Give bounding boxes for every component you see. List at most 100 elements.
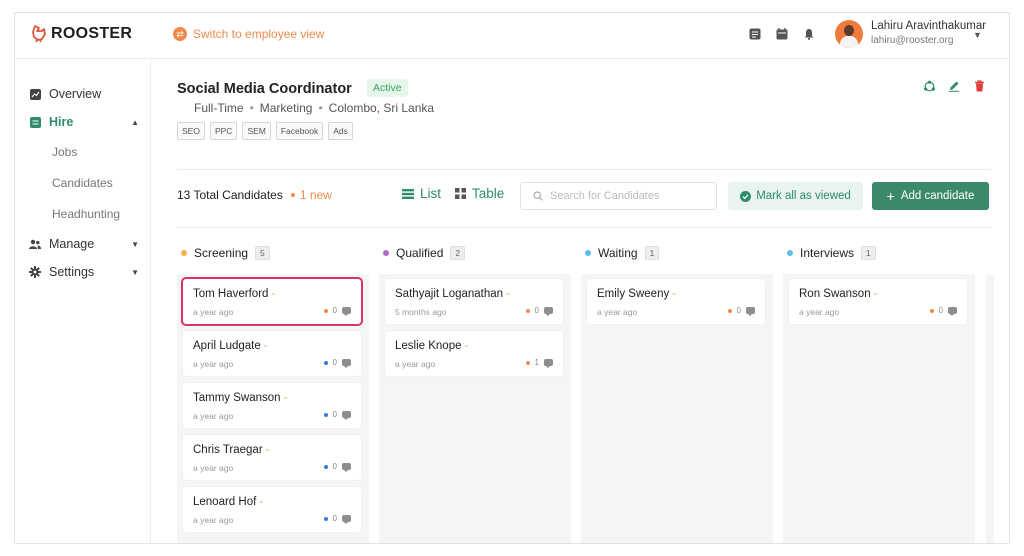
next-column-edge — [986, 274, 994, 543]
candidate-name: Ron Swanson — [799, 288, 871, 300]
column-header: Screening 5 — [181, 246, 270, 260]
column-title: Waiting — [598, 246, 638, 260]
main-content: Social Media Coordinator Active Full-Tim… — [152, 59, 1009, 543]
rating-dash: - — [263, 340, 268, 352]
column-color-dot — [181, 250, 187, 256]
candidate-card[interactable]: April Ludgate - a year ago 0 — [183, 331, 361, 376]
tag: SEM — [242, 122, 271, 140]
add-candidate-label: Add candidate — [900, 190, 975, 202]
top-bar: ROOSTER ⇄ Switch to employee view Lahiru… — [15, 13, 1009, 59]
new-count[interactable]: 1 new — [290, 188, 332, 202]
candidate-name: Sathyajit Loganathan — [395, 288, 504, 300]
chevron-up-icon[interactable]: ▲ — [131, 118, 139, 127]
card-meta: 0 — [525, 306, 553, 316]
rating-dash: - — [873, 288, 878, 300]
job-tags: SEO PPC SEM Facebook Ads — [177, 122, 353, 140]
candidate-card[interactable]: Emily Sweeny - a year ago 0 — [587, 279, 765, 324]
candidate-time: a year ago — [193, 411, 234, 421]
column-count-badge: 1 — [861, 246, 876, 260]
mark-all-label: Mark all as viewed — [756, 190, 851, 202]
card-meta: 1 — [525, 358, 553, 368]
user-name: Lahiru Aravinthakumar — [871, 20, 987, 32]
column-body: Ron Swanson - a year ago 0 — [783, 274, 975, 543]
job-location: Colombo, Sri Lanka — [328, 101, 435, 115]
card-meta: 0 — [323, 514, 351, 524]
sidebar-subitem-jobs[interactable]: Jobs — [52, 145, 77, 159]
card-meta: 0 — [727, 306, 755, 316]
candidate-name: Leslie Knope — [395, 340, 462, 352]
divider — [177, 227, 991, 228]
job-type: Full-Time — [194, 101, 244, 115]
comment-icon — [342, 307, 351, 316]
total-candidates: 13 Total Candidates — [177, 188, 283, 202]
task-icon[interactable] — [748, 27, 762, 41]
candidate-name: Tammy Swanson — [193, 392, 281, 404]
mark-all-viewed-button[interactable]: Mark all as viewed — [728, 182, 863, 210]
chart-icon — [29, 88, 41, 100]
switch-view-label: Switch to employee view — [193, 27, 325, 41]
job-department: Marketing — [259, 101, 313, 115]
card-meta: 0 — [323, 306, 351, 316]
candidate-name-row: Ron Swanson - — [799, 288, 877, 300]
chevron-down-icon[interactable]: ▼ — [131, 268, 139, 277]
new-count-label: 1 new — [299, 188, 332, 202]
list-view-button[interactable]: List — [402, 186, 441, 201]
candidate-card[interactable]: Sathyajit Loganathan - 5 months ago 0 — [385, 279, 563, 324]
table-view-button[interactable]: Table — [455, 186, 504, 201]
comment-count: 0 — [332, 462, 337, 471]
chevron-down-icon[interactable]: ▼ — [131, 240, 139, 249]
candidate-time: a year ago — [193, 307, 234, 317]
column-color-dot — [383, 250, 389, 256]
calendar-icon[interactable] — [775, 27, 789, 41]
status-dot — [727, 308, 732, 313]
sidebar-subitem-headhunting[interactable]: Headhunting — [52, 207, 120, 221]
briefcase-icon — [29, 116, 41, 128]
sidebar-item-overview[interactable]: Overview — [29, 87, 139, 101]
trash-icon[interactable] — [972, 79, 986, 93]
candidate-time: a year ago — [597, 307, 638, 317]
bell-icon[interactable] — [802, 27, 816, 41]
chevron-down-icon[interactable]: ▼ — [973, 30, 982, 40]
edit-icon[interactable] — [947, 79, 961, 93]
rating-dash: - — [464, 340, 469, 352]
brand-logo[interactable]: ROOSTER — [31, 25, 132, 43]
rating-dash: - — [259, 496, 264, 508]
candidate-name-row: Leslie Knope - — [395, 340, 468, 352]
sidebar: Overview Hire ▲ Jobs Candidates Headhunt… — [15, 59, 151, 543]
candidate-time: a year ago — [395, 359, 436, 369]
candidate-card[interactable]: Lenoard Hof - a year ago 0 — [183, 487, 361, 532]
app-window: ROOSTER ⇄ Switch to employee view Lahiru… — [14, 12, 1010, 544]
tag: SEO — [177, 122, 205, 140]
column-body: Emily Sweeny - a year ago 0 — [581, 274, 773, 543]
user-email: lahiru@rooster.org — [871, 35, 954, 46]
column-title: Screening — [194, 246, 249, 260]
candidate-card[interactable]: Chris Traegar - a year ago 0 — [183, 435, 361, 480]
add-candidate-button[interactable]: + Add candidate — [872, 182, 989, 210]
sidebar-subitem-candidates[interactable]: Candidates — [52, 176, 113, 190]
column-count-badge: 2 — [450, 246, 466, 260]
candidate-name-row: April Ludgate - — [193, 340, 268, 352]
candidate-card[interactable]: Tom Haverford - a year ago 0 — [181, 277, 363, 326]
header-icons — [748, 27, 816, 41]
comment-count: 0 — [736, 306, 741, 315]
column-header: Waiting 1 — [585, 246, 660, 260]
sidebar-item-hire[interactable]: Hire ▲ — [29, 115, 139, 129]
list-view-label: List — [420, 186, 442, 201]
sidebar-item-manage[interactable]: Manage ▼ — [29, 237, 139, 251]
comment-icon — [342, 359, 351, 368]
column-count-badge: 1 — [644, 246, 660, 260]
candidate-card[interactable]: Ron Swanson - a year ago 0 — [789, 279, 967, 324]
check-circle-icon — [740, 190, 752, 202]
comment-icon — [746, 307, 755, 316]
candidate-name: Tom Haverford — [193, 288, 269, 300]
candidate-summary: 13 Total Candidates 1 new — [177, 188, 332, 202]
search-input[interactable] — [550, 190, 710, 202]
switch-view-link[interactable]: ⇄ Switch to employee view — [173, 27, 324, 41]
candidate-card[interactable]: Leslie Knope - a year ago 1 — [385, 331, 563, 376]
user-menu[interactable]: Lahiru Aravinthakumar lahiru@rooster.org — [835, 19, 986, 48]
sidebar-item-label: Overview — [49, 87, 102, 101]
candidate-card[interactable]: Tammy Swanson - a year ago 0 — [183, 383, 361, 428]
share-icon[interactable] — [922, 79, 936, 93]
sidebar-item-settings[interactable]: Settings ▼ — [29, 265, 139, 279]
column-header: Qualified 2 — [383, 246, 466, 260]
